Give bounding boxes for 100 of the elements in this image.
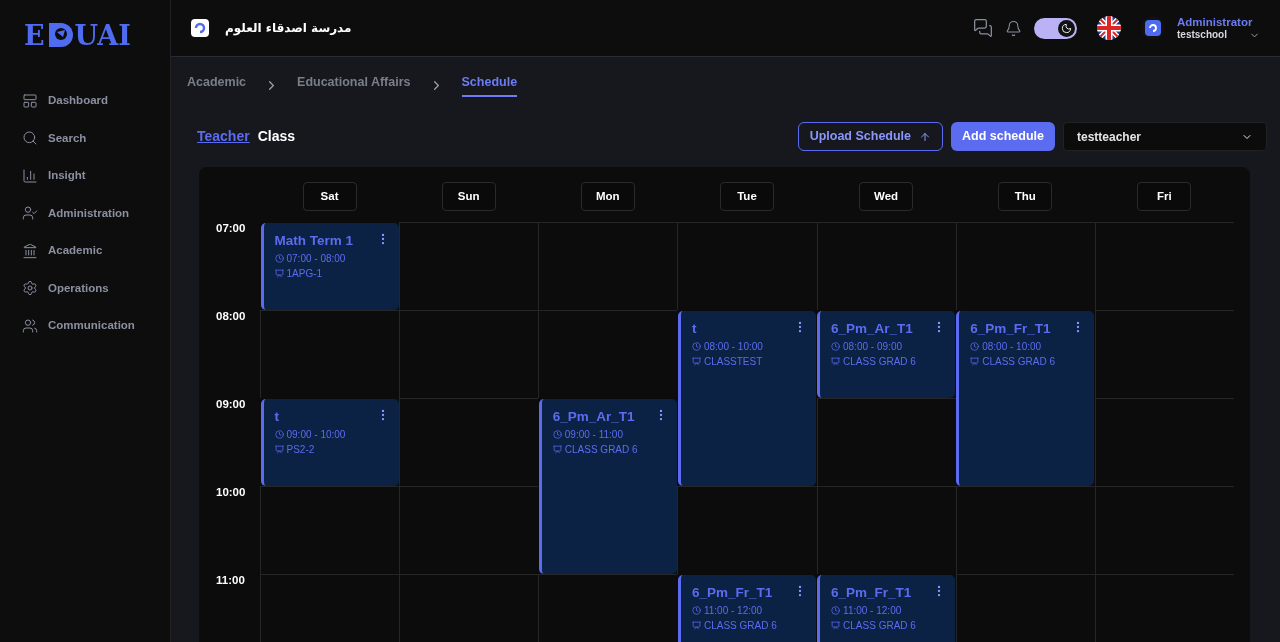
event-title: Math Term 1 — [274, 231, 353, 250]
sidebar-item[interactable]: Dashboard — [22, 90, 148, 112]
add-schedule-button[interactable]: Add schedule — [951, 122, 1055, 151]
sidebar-item[interactable]: Operations — [22, 277, 148, 299]
clock-icon — [831, 341, 841, 351]
schedule-event[interactable]: 6_Pm_Fr_T1 11:00 - 12:00 CLASS GRAD 6 — [817, 574, 956, 642]
hour-label: 08:00 — [216, 310, 246, 322]
event-time: 11:00 - 12:00 — [843, 603, 902, 618]
hour-label: 09:00 — [216, 398, 246, 410]
time-slot[interactable] — [399, 310, 539, 398]
event-time: 09:00 - 11:00 — [564, 427, 623, 442]
search-icon — [22, 130, 38, 147]
day-header: Wed — [859, 182, 914, 211]
time-slot[interactable] — [1094, 486, 1234, 574]
event-room: CLASS GRAD 6 — [982, 354, 1055, 369]
bank-icon — [22, 242, 38, 259]
teacher-select[interactable]: testteacher — [1063, 122, 1267, 151]
event-title: 6_Pm_Fr_T1 — [831, 583, 912, 602]
day-header: Thu — [998, 182, 1053, 211]
clock-icon — [831, 605, 841, 615]
event-room: CLASS GRAD 6 — [843, 354, 916, 369]
chat-icon[interactable] — [973, 18, 993, 38]
avatar[interactable] — [1141, 16, 1165, 40]
schedule-event[interactable]: 6_Pm_Ar_T1 09:00 - 11:00 CLASS GRAD 6 — [538, 398, 677, 574]
event-time: 08:00 - 10:00 — [982, 339, 1042, 354]
logo-text: E — [24, 21, 45, 49]
sidebar-item[interactable]: Search — [22, 127, 148, 149]
event-room: CLASS GRAD 6 — [703, 618, 777, 633]
upload-schedule-button[interactable]: Upload Schedule — [797, 122, 944, 151]
sidebar-item[interactable]: Administration — [22, 202, 148, 224]
event-room: CLASS GRAD 6 — [564, 442, 638, 457]
event-room: CLASSTEST — [703, 354, 763, 369]
classroom-icon — [831, 356, 841, 366]
event-room: CLASS GRAD 6 — [843, 618, 916, 633]
clock-icon — [274, 253, 284, 263]
time-slot[interactable] — [1094, 222, 1234, 310]
time-slot[interactable] — [955, 222, 1095, 310]
user-check-icon — [22, 205, 38, 222]
classroom-icon — [274, 268, 284, 278]
day-header: Sat — [302, 182, 357, 211]
schedule-event[interactable]: 6_Pm_Fr_T1 08:00 - 10:00 CLASS GRAD 6 — [956, 310, 1095, 486]
event-title: 6_Pm_Fr_T1 — [970, 319, 1051, 338]
hour-label: 07:00 — [216, 222, 246, 234]
time-slot[interactable] — [1094, 574, 1234, 642]
day-header: Tue — [720, 182, 774, 211]
classroom-icon — [691, 620, 701, 630]
uk-flag-icon[interactable] — [1097, 16, 1121, 40]
bar-chart-icon — [22, 167, 38, 184]
view-tab[interactable]: Teacher — [197, 126, 250, 147]
event-time: 09:00 - 10:00 — [286, 427, 346, 442]
schedule-event[interactable]: t 08:00 - 10:00 CLASSTEST — [677, 310, 817, 486]
event-time: 08:00 - 10:00 — [703, 339, 763, 354]
event-title: 6_Pm_Ar_T1 — [552, 407, 635, 426]
schedule-event[interactable]: t 09:00 - 10:00 PS2-2 — [260, 398, 399, 486]
time-slot[interactable] — [260, 574, 400, 642]
schedule-event[interactable]: 6_Pm_Ar_T1 08:00 - 09:00 CLASS GRAD 6 — [817, 310, 956, 398]
logo-text: UAI — [74, 21, 131, 49]
sidebar-item[interactable]: Insight — [22, 165, 148, 187]
theme-toggle[interactable] — [1034, 17, 1077, 39]
event-room: 1APG-1 — [286, 266, 323, 281]
event-time: 07:00 - 08:00 — [286, 251, 346, 266]
event-room: PS2-2 — [286, 442, 315, 457]
time-slot[interactable] — [538, 310, 678, 398]
hour-label: 10:00 — [216, 486, 246, 498]
sidebar-item[interactable]: Academic — [22, 240, 148, 262]
event-title: t — [274, 407, 279, 426]
classroom-icon — [831, 620, 841, 630]
classroom-icon — [274, 444, 284, 454]
dashboard-icon — [22, 92, 38, 109]
time-slot[interactable] — [816, 222, 956, 310]
clock-icon — [970, 341, 980, 351]
arrow-up-icon — [919, 130, 932, 143]
time-slot[interactable] — [538, 222, 678, 310]
app-logo-icon — [191, 19, 209, 37]
classroom-icon — [970, 356, 980, 366]
schedule-event[interactable]: 6_Pm_Fr_T1 11:00 - 12:00 CLASS GRAD 6 — [677, 574, 817, 642]
event-title: t — [691, 319, 697, 338]
time-slot[interactable] — [816, 486, 956, 574]
time-slot[interactable] — [399, 486, 539, 574]
day-header: Mon — [580, 182, 635, 211]
settings-icon — [22, 280, 38, 297]
breadcrumb-link[interactable]: Schedule — [461, 73, 518, 97]
hour-label: 11:00 — [216, 574, 245, 586]
bell-icon[interactable] — [1005, 19, 1022, 37]
schedule-event[interactable]: Math Term 1 07:00 - 08:00 1APG-1 — [260, 222, 399, 310]
logo-icon — [1148, 23, 1158, 33]
classroom-icon — [552, 444, 562, 454]
time-slot[interactable] — [677, 222, 817, 310]
breadcrumb-link[interactable]: Academic — [187, 73, 247, 97]
sidebar-item[interactable]: Communication — [22, 315, 148, 337]
classroom-icon — [691, 356, 701, 366]
day-header: Sun — [441, 182, 496, 211]
clock-icon — [552, 429, 562, 439]
clock-icon — [691, 341, 701, 351]
clock-icon — [691, 605, 701, 615]
breadcrumb-link[interactable]: Educational Affairs — [297, 73, 411, 97]
view-tab[interactable]: Class — [257, 126, 296, 147]
event-title: 6_Pm_Fr_T1 — [691, 583, 773, 602]
time-slot[interactable] — [399, 574, 539, 642]
user-role: Administrator — [1177, 14, 1254, 29]
